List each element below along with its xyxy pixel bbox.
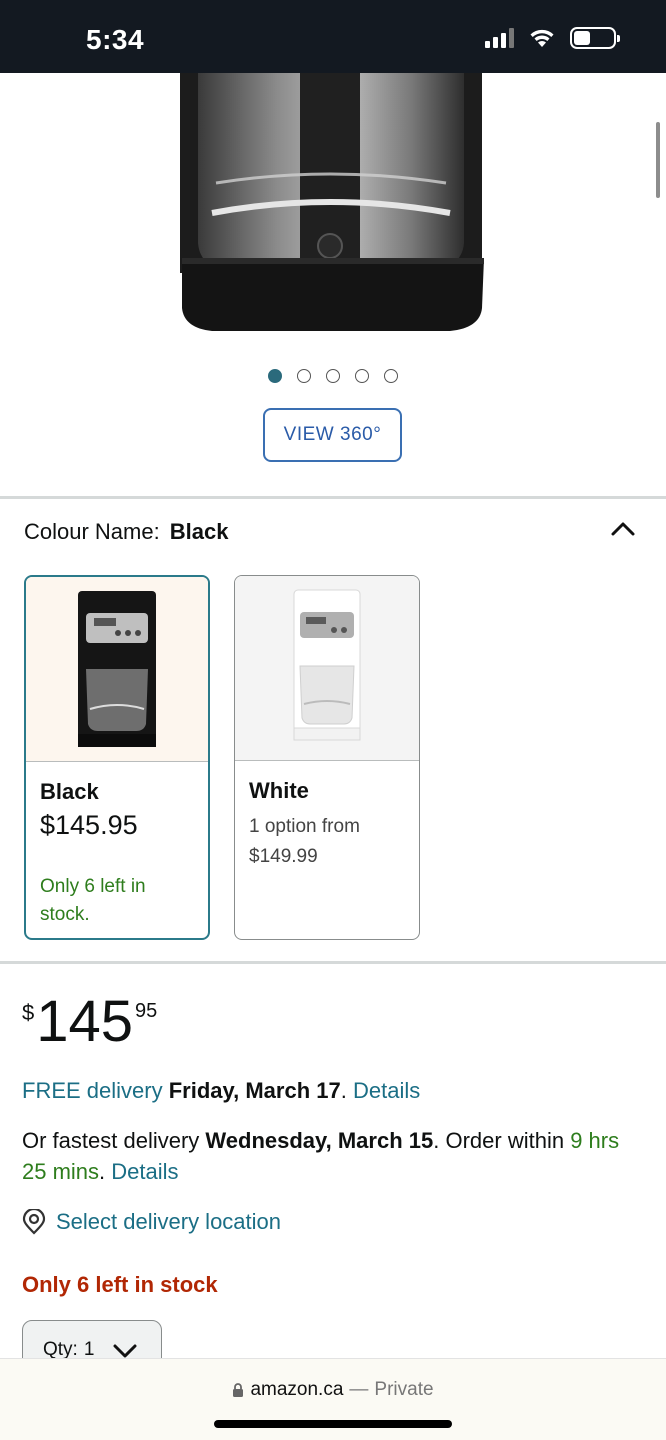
- url-row[interactable]: amazon.ca — Private: [0, 1379, 666, 1401]
- section-divider: [0, 496, 666, 499]
- swatch-stock: Only 6 left in stock.: [40, 876, 146, 925]
- stock-alert: Only 6 left in stock: [22, 1272, 218, 1297]
- wifi-icon: [530, 29, 554, 47]
- details-link[interactable]: Details: [353, 1078, 420, 1103]
- period: .: [99, 1159, 106, 1184]
- colour-label-text: Colour Name:: [24, 519, 160, 544]
- carousel-dot[interactable]: [268, 369, 282, 383]
- status-time: 5:34: [86, 24, 145, 55]
- scroll-indicator[interactable]: [656, 122, 660, 198]
- status-icons: [485, 27, 620, 49]
- fastest-delivery-label: Or fastest delivery: [22, 1128, 200, 1153]
- details-link[interactable]: Details: [111, 1159, 178, 1184]
- free-delivery-date: Friday, March 17: [168, 1078, 341, 1103]
- swatch-name: Black: [40, 779, 99, 804]
- period: .: [340, 1078, 347, 1103]
- browser-address-bar[interactable]: amazon.ca — Private: [0, 1358, 666, 1440]
- free-delivery-line: FREE delivery Friday, March 17. Details: [22, 1075, 642, 1106]
- product-image[interactable]: [0, 73, 666, 363]
- free-delivery-label: FREE delivery: [22, 1078, 163, 1103]
- home-indicator[interactable]: [214, 1420, 452, 1428]
- lock-icon: [233, 1382, 244, 1397]
- battery-icon: [570, 27, 620, 49]
- url-domain: amazon.ca: [250, 1379, 344, 1400]
- carousel-dot[interactable]: [355, 369, 369, 383]
- select-delivery-location[interactable]: Select delivery location: [22, 1206, 642, 1237]
- swatch-name: White: [249, 778, 309, 803]
- product-price: $ 145 95: [22, 990, 157, 1054]
- swatch-price: $145.95: [40, 810, 138, 840]
- fastest-delivery-date: Wednesday, March 15: [205, 1128, 434, 1153]
- chevron-up-icon[interactable]: [610, 516, 636, 542]
- price-whole: 145: [36, 989, 134, 1054]
- price-cents: 95: [135, 1000, 158, 1022]
- swatch-option-text: 1 option from $149.99: [249, 812, 409, 872]
- colour-option-black[interactable]: Black $145.95 Only 6 left in stock.: [24, 575, 210, 940]
- selected-colour: Black: [169, 519, 229, 544]
- coffee-maker-image: [180, 73, 484, 331]
- black-variant-image: [26, 577, 208, 762]
- fastest-delivery-line: Or fastest delivery Wednesday, March 15.…: [22, 1125, 642, 1187]
- delivery-location-link[interactable]: Select delivery location: [56, 1206, 281, 1237]
- url-separator: —: [349, 1379, 369, 1400]
- colour-name-label: Colour Name: Black: [24, 519, 228, 545]
- location-pin-icon: [22, 1208, 46, 1235]
- browsing-mode: Private: [374, 1379, 434, 1400]
- carousel-dot[interactable]: [326, 369, 340, 383]
- status-bar: 5:34: [0, 0, 666, 73]
- cellular-signal-icon: [485, 28, 514, 48]
- order-within-label: . Order within: [433, 1128, 565, 1153]
- section-divider: [0, 961, 666, 964]
- image-carousel-dots: [0, 369, 666, 383]
- colour-option-white[interactable]: White 1 option from $149.99: [234, 575, 420, 940]
- price-symbol: $: [22, 1000, 35, 1025]
- white-variant-image: [235, 576, 419, 761]
- option-count: 1 option from: [249, 816, 360, 837]
- option-price: $149.99: [249, 846, 318, 867]
- view-360-button[interactable]: VIEW 360°: [263, 408, 402, 462]
- carousel-dot[interactable]: [297, 369, 311, 383]
- carousel-dot[interactable]: [384, 369, 398, 383]
